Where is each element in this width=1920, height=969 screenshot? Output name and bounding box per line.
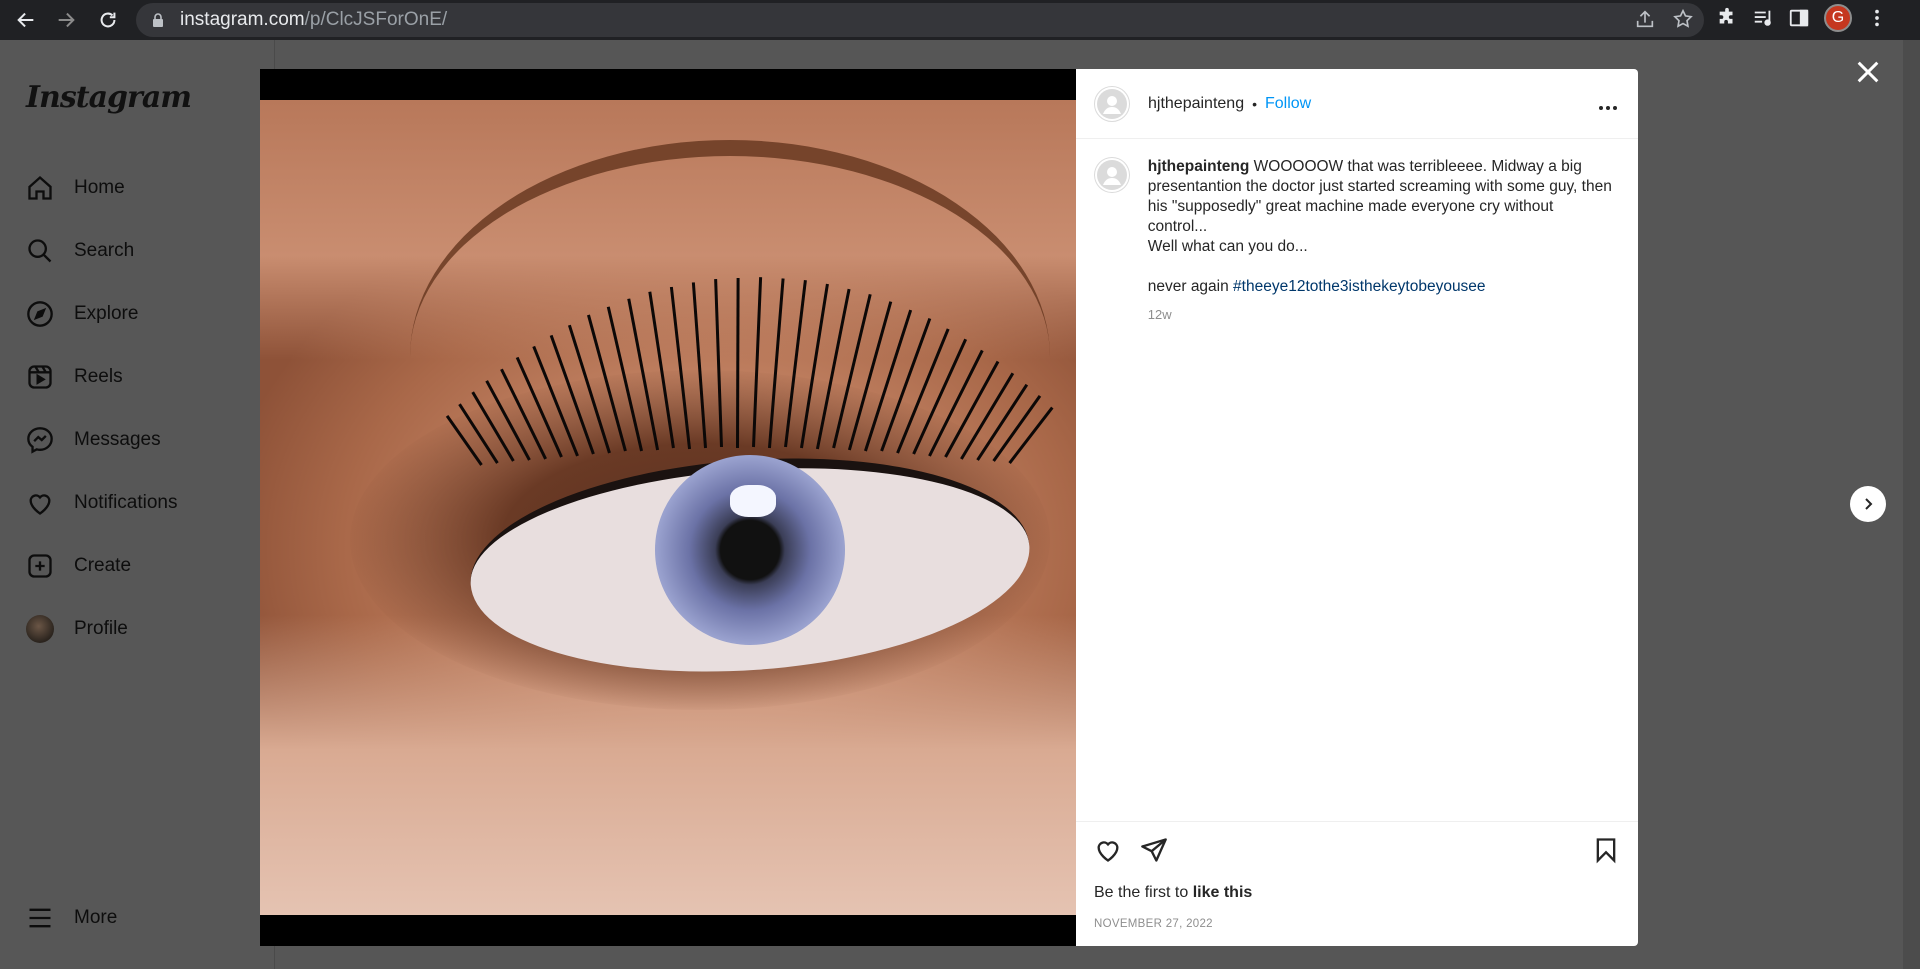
caption-line: never again xyxy=(1147,278,1234,295)
lock-icon xyxy=(153,13,163,27)
plus-square-icon xyxy=(28,554,52,578)
heart-icon xyxy=(29,494,51,515)
caption-text-block: hjthepainteng WOOOOOW that was terriblee… xyxy=(1148,157,1614,325)
browser-toolbar: instagram.com/p/ClcJSForOnE/ G xyxy=(0,0,1920,40)
instagram-sidebar: Instagram Home Search Explore Reels Mess… xyxy=(0,40,275,969)
photo-lash xyxy=(736,277,740,448)
compass-icon xyxy=(27,301,53,327)
post-author-username[interactable]: hjthepainteng xyxy=(1148,95,1244,113)
ellipsis-icon xyxy=(1599,106,1617,110)
sidebar-item-profile[interactable]: Profile xyxy=(26,615,128,643)
separator-dot: • xyxy=(1252,95,1257,112)
home-icon xyxy=(28,175,52,200)
browser-profile-avatar[interactable]: G xyxy=(1824,4,1852,32)
sidebar-item-explore[interactable]: Explore xyxy=(26,300,138,328)
close-icon xyxy=(1857,61,1879,83)
likes-summary: Be the first to like this xyxy=(1094,884,1252,902)
sidebar-item-notifications[interactable]: Notifications xyxy=(26,489,178,517)
page-scrollbar[interactable] xyxy=(1903,40,1920,969)
share-icon[interactable] xyxy=(1634,8,1656,30)
post-photo xyxy=(260,100,1076,915)
sidebar-item-label: Reels xyxy=(74,366,123,387)
media-queue-icon[interactable] xyxy=(1752,7,1774,29)
photo-glint xyxy=(730,485,776,517)
caption-username[interactable]: hjthepainteng xyxy=(1148,158,1250,175)
save-bookmark-icon[interactable] xyxy=(1592,836,1620,864)
post-caption: hjthepainteng WOOOOOW that was terriblee… xyxy=(1094,157,1614,325)
sidebar-item-label: Explore xyxy=(74,303,139,324)
caption-author-avatar[interactable] xyxy=(1094,157,1130,193)
share-paper-plane-icon[interactable] xyxy=(1140,836,1168,864)
browser-menu-icon[interactable] xyxy=(1866,7,1888,29)
sidebar-item-home[interactable]: Home xyxy=(26,174,125,202)
default-avatar-icon xyxy=(1097,88,1127,119)
back-button[interactable] xyxy=(8,2,44,38)
forward-arrow-icon xyxy=(58,12,75,28)
caption-line: Well what can you do... xyxy=(1147,238,1308,255)
messenger-icon xyxy=(27,427,53,454)
photo-iris xyxy=(655,455,845,645)
photo-lash xyxy=(1008,406,1054,465)
follow-button[interactable]: Follow xyxy=(1265,95,1311,113)
sidebar-item-reels[interactable]: Reels xyxy=(26,363,123,391)
sidebar-item-create[interactable]: Create xyxy=(26,552,131,580)
reload-button[interactable] xyxy=(90,2,126,38)
hamburger-menu-icon xyxy=(29,908,51,928)
like-this-link[interactable]: like this xyxy=(1193,884,1253,901)
post-media-pane xyxy=(260,69,1076,946)
back-arrow-icon xyxy=(17,12,34,28)
post-date: NOVEMBER 27, 2022 xyxy=(1094,918,1213,930)
avatar xyxy=(26,615,54,643)
more-options-button[interactable] xyxy=(1598,91,1618,117)
default-avatar-icon xyxy=(1096,160,1127,190)
caption-time-ago[interactable]: 12w xyxy=(1148,305,1614,325)
sidebar-item-more[interactable]: More xyxy=(26,904,117,932)
url-path: /p/ClcJSForOnE/ xyxy=(304,9,448,30)
post-actions: Be the first to like this NOVEMBER 27, 2… xyxy=(1076,821,1638,946)
reload-icon xyxy=(100,12,116,28)
post-details-pane: hjthepainteng • Follow hjthepainteng WOO… xyxy=(1076,69,1638,946)
hashtag-link[interactable]: #theeye12tothe3isthekeytobeyousee xyxy=(1233,278,1486,295)
forward-button[interactable] xyxy=(48,2,84,38)
sidebar-item-search[interactable]: Search xyxy=(26,237,134,265)
sidebar-item-label: Create xyxy=(74,555,132,576)
chevron-right-icon xyxy=(1865,498,1873,510)
like-heart-icon[interactable] xyxy=(1094,836,1122,864)
sidebar-item-label: Messages xyxy=(74,429,161,450)
next-post-button[interactable] xyxy=(1850,486,1886,522)
side-panel-icon[interactable] xyxy=(1788,7,1810,29)
sidebar-item-label: Home xyxy=(74,177,125,198)
likes-prefix: Be the first to xyxy=(1094,884,1193,901)
reels-icon xyxy=(28,365,52,389)
sidebar-item-label: Search xyxy=(74,240,135,261)
extensions-puzzle-icon[interactable] xyxy=(1716,7,1738,29)
sidebar-item-label: Notifications xyxy=(74,492,178,513)
instagram-logo[interactable]: Instagram xyxy=(26,80,192,115)
close-modal-button[interactable] xyxy=(1852,56,1884,88)
search-icon xyxy=(28,239,52,263)
sidebar-item-label: More xyxy=(74,907,118,928)
sidebar-item-messages[interactable]: Messages xyxy=(26,426,161,454)
url-host: instagram.com xyxy=(180,9,305,30)
post-header: hjthepainteng • Follow xyxy=(1076,69,1638,139)
address-bar[interactable]: instagram.com/p/ClcJSForOnE/ xyxy=(136,3,1704,37)
author-avatar[interactable] xyxy=(1094,85,1130,122)
bookmark-star-icon[interactable] xyxy=(1672,8,1694,30)
sidebar-item-label: Profile xyxy=(74,618,128,639)
